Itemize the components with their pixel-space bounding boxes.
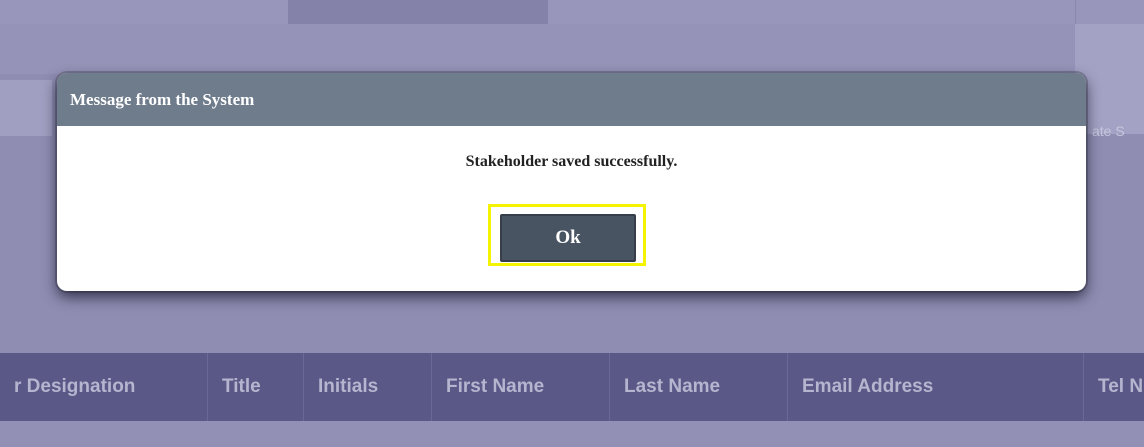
top-strip — [0, 0, 1144, 24]
column-designation[interactable]: r Designation — [0, 353, 208, 421]
column-last-name[interactable]: Last Name — [610, 353, 788, 421]
ok-button[interactable]: Ok — [500, 214, 636, 262]
form-left-cell — [0, 80, 52, 136]
dialog-header: Message from the System — [57, 73, 1086, 126]
table-row — [0, 421, 1144, 447]
form-band — [0, 24, 1144, 74]
column-first-name[interactable]: First Name — [432, 353, 610, 421]
partial-header-text: ate S — [1092, 123, 1125, 139]
table-header: r Designation Title Initials First Name … — [0, 353, 1144, 421]
column-initials[interactable]: Initials — [304, 353, 432, 421]
column-email-address[interactable]: Email Address — [788, 353, 1084, 421]
top-tab[interactable] — [288, 0, 548, 24]
column-tel[interactable]: Tel N — [1084, 353, 1144, 421]
column-title[interactable]: Title — [208, 353, 304, 421]
message-dialog: Message from the System Stakeholder save… — [57, 73, 1086, 291]
dialog-message: Stakeholder saved successfully. — [465, 153, 678, 170]
dialog-title: Message from the System — [70, 89, 255, 109]
top-cell-right — [1075, 0, 1144, 24]
